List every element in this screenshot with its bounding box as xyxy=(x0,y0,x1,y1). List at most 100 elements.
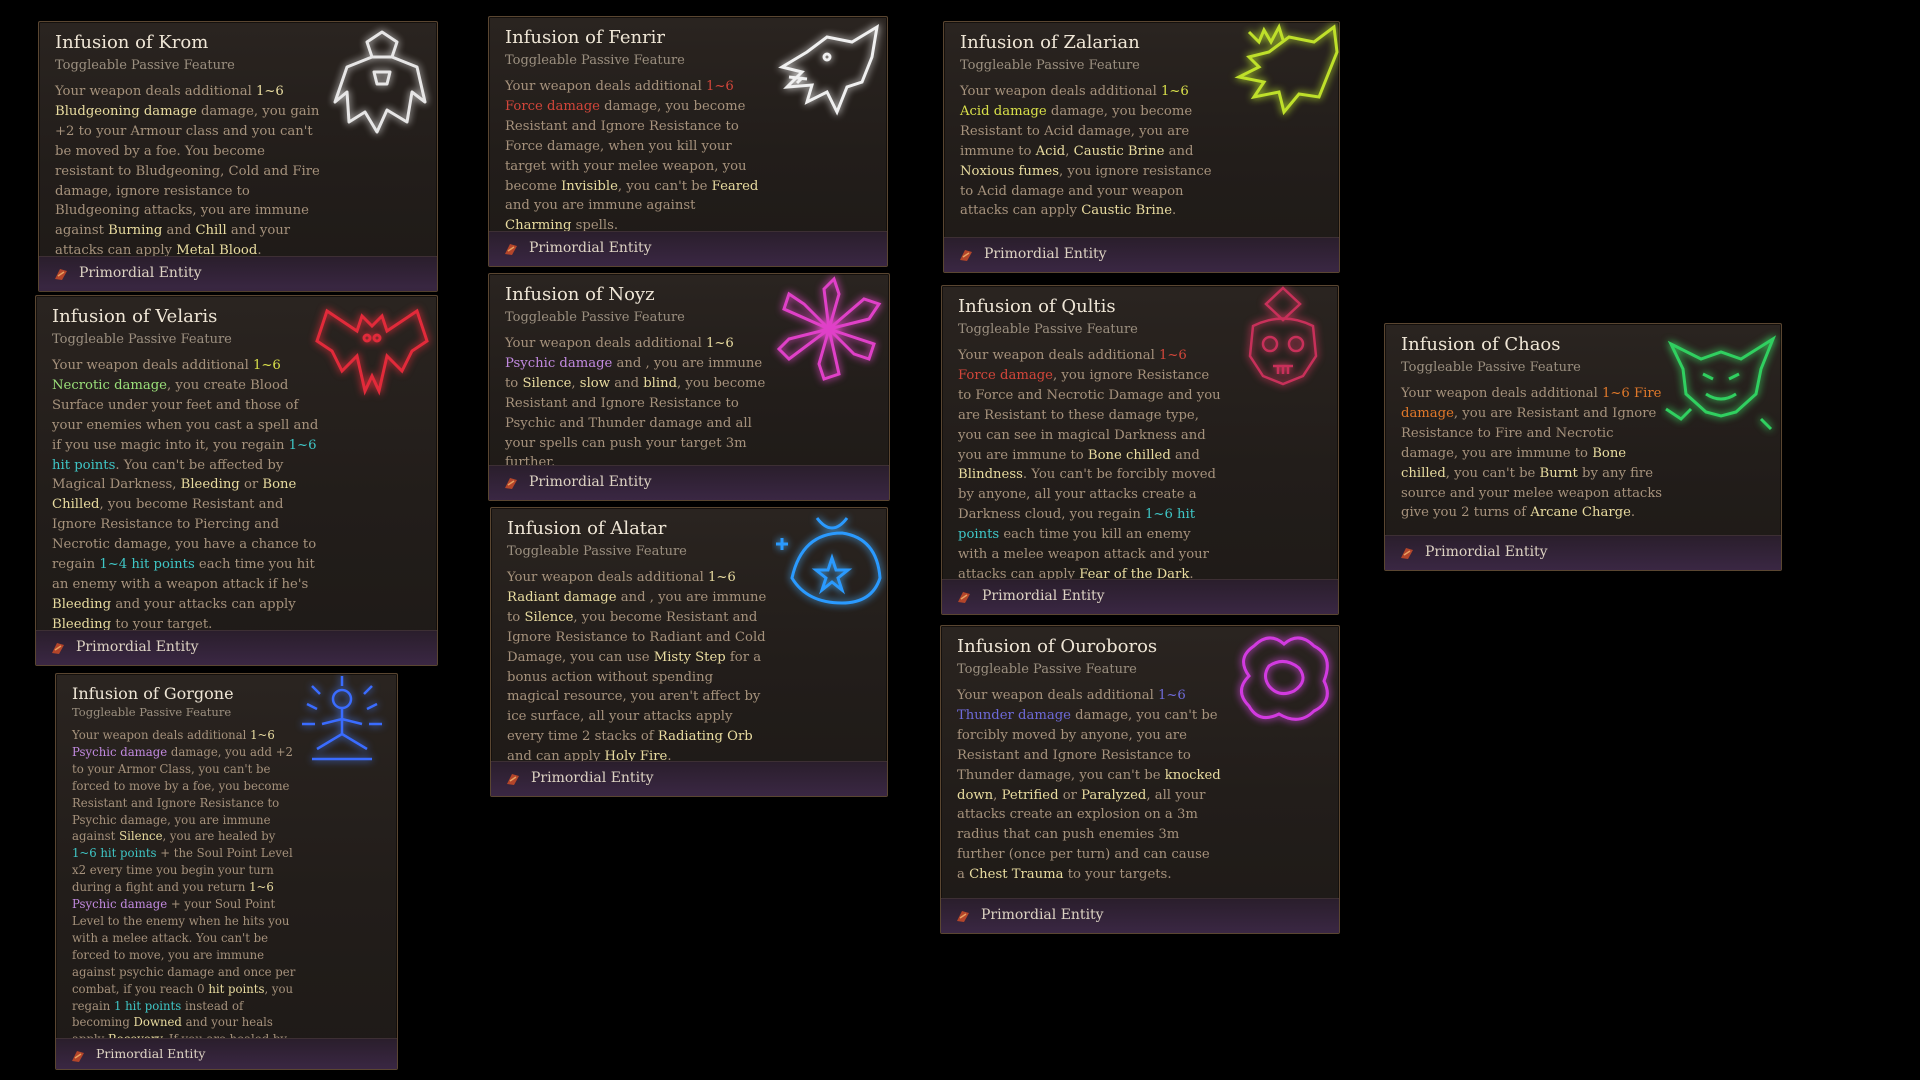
chaos-goblin-icon xyxy=(1665,335,1777,431)
description-text: . xyxy=(1630,505,1636,521)
description-text: or xyxy=(239,477,263,493)
highlight-text: Bleeding xyxy=(52,596,112,612)
card-subtitle: Toggleable Passive Feature xyxy=(72,705,232,719)
highlight-text: Silence xyxy=(522,375,572,391)
card-title: Infusion of Noyz xyxy=(505,284,655,305)
highlight-text: 1~6 xyxy=(707,570,736,585)
highlight-text: Invisible xyxy=(561,178,618,194)
card-subtitle: Toggleable Passive Feature xyxy=(505,310,685,325)
card-subtitle: Toggleable Passive Feature xyxy=(1401,360,1581,375)
highlight-text: 1~6 hit points xyxy=(72,846,157,861)
fenrir-wolf-icon xyxy=(778,24,880,116)
card-subtitle: Toggleable Passive Feature xyxy=(507,544,687,559)
description-text: and xyxy=(1164,143,1194,159)
footer-label: Primordial Entity xyxy=(531,770,654,786)
highlight-text: Burnt xyxy=(1539,465,1578,481)
card-subtitle: Toggleable Passive Feature xyxy=(958,322,1138,337)
card-footer: Primordial Entity xyxy=(56,1038,397,1069)
card-qultis[interactable]: Infusion of Qultis Toggleable Passive Fe… xyxy=(941,285,1339,615)
description-text: Your weapon deals additional xyxy=(507,570,708,585)
card-description: Your weapon deals additional 1~6 Psychic… xyxy=(72,727,297,1069)
description-text: and your attacks can apply xyxy=(111,596,296,612)
card-fenrir[interactable]: Infusion of Fenrir Toggleable Passive Fe… xyxy=(488,16,888,267)
highlight-text: Caustic Brine xyxy=(1081,203,1173,219)
zalarian-dragon-icon xyxy=(1234,23,1339,116)
description-text: or xyxy=(1058,787,1082,803)
card-subtitle: Toggleable Passive Feature xyxy=(55,58,235,73)
description-text: , you can't be xyxy=(1445,465,1540,481)
description-text: Your weapon deals additional xyxy=(1401,386,1602,401)
highlight-text: Caustic Brine xyxy=(1073,143,1165,159)
primordial-entity-icon xyxy=(957,911,969,922)
highlight-text: Paralyzed xyxy=(1081,787,1147,803)
card-subtitle: Toggleable Passive Feature xyxy=(960,58,1140,73)
description-text: damage, you gain +2 to your Armour class… xyxy=(55,103,320,239)
highlight-text: 1 hit points xyxy=(113,998,182,1013)
description-text: Your weapon deals additional xyxy=(957,688,1158,703)
description-text: , you can't be xyxy=(617,178,712,194)
highlight-text: Arcane Charge xyxy=(1530,505,1631,521)
description-text: Your weapon deals additional xyxy=(958,348,1159,363)
card-gorgone[interactable]: Infusion of Gorgone Toggleable Passive F… xyxy=(55,673,398,1070)
description-text: . xyxy=(1172,203,1177,219)
footer-label: Primordial Entity xyxy=(529,240,652,256)
highlight-text: Feared xyxy=(711,178,759,194)
card-noyz[interactable]: Infusion of Noyz Toggleable Passive Feat… xyxy=(488,273,890,501)
card-title: Infusion of Gorgone xyxy=(72,684,234,703)
card-ouroboros[interactable]: Infusion of Ouroboros Toggleable Passive… xyxy=(940,625,1340,934)
noyz-flower-icon xyxy=(776,276,882,381)
card-subtitle: Toggleable Passive Feature xyxy=(52,332,232,347)
qultis-skull-icon xyxy=(1248,286,1318,386)
highlight-text: Burning xyxy=(108,223,163,239)
highlight-text: slow xyxy=(579,375,611,391)
card-krom[interactable]: Infusion of Krom Toggleable Passive Feat… xyxy=(38,21,438,292)
card-zalarian[interactable]: Infusion of Zalarian Toggleable Passive … xyxy=(943,21,1340,273)
krom-golem-icon xyxy=(333,30,427,134)
card-title: Infusion of Alatar xyxy=(507,518,667,539)
card-description: Your weapon deals additional 1~6 Force d… xyxy=(958,346,1222,585)
highlight-text: Radiating Orb xyxy=(657,729,753,745)
ouroboros-serpent-icon xyxy=(1240,636,1329,721)
primordial-entity-icon xyxy=(55,269,67,280)
highlight-text: Noxious fumes xyxy=(960,163,1059,179)
description-text: Your weapon deals additional xyxy=(72,728,251,742)
highlight-text: Radiant damage xyxy=(507,589,617,605)
footer-label: Primordial Entity xyxy=(529,474,652,490)
description-text: Your weapon deals additional xyxy=(52,358,253,373)
highlight-text: Downed xyxy=(133,1015,182,1030)
description-text: and you are immune against xyxy=(505,198,696,214)
highlight-text: Chest Trauma xyxy=(969,867,1064,883)
primordial-entity-icon xyxy=(507,774,519,785)
card-footer: Primordial Entity xyxy=(941,898,1339,933)
footer-label: Primordial Entity xyxy=(982,588,1105,604)
description-text: Your weapon deals additional xyxy=(960,84,1161,99)
highlight-text: Silence xyxy=(524,609,574,625)
highlight-text: 1~6 xyxy=(705,336,734,351)
card-footer: Primordial Entity xyxy=(1385,535,1781,570)
highlight-text: 1~4 hit points xyxy=(99,557,195,573)
card-description: Your weapon deals additional 1~6 Necroti… xyxy=(52,356,320,635)
card-footer: Primordial Entity xyxy=(36,630,437,665)
highlight-text: blind xyxy=(643,375,678,391)
highlight-text: 1~6 xyxy=(249,880,274,895)
card-chaos[interactable]: Infusion of Chaos Toggleable Passive Fea… xyxy=(1384,323,1782,571)
highlight-text: hit points xyxy=(208,981,265,996)
primordial-entity-icon xyxy=(960,250,972,261)
primordial-entity-icon xyxy=(1401,548,1413,559)
description-text: , xyxy=(993,787,1002,803)
highlight-text: Necrotic damage xyxy=(52,377,167,393)
card-velaris[interactable]: Infusion of Velaris Toggleable Passive F… xyxy=(35,295,438,666)
card-alatar[interactable]: Infusion of Alatar Toggleable Passive Fe… xyxy=(490,507,888,797)
card-description: Your weapon deals additional 1~6 Force d… xyxy=(505,77,765,236)
card-subtitle: Toggleable Passive Feature xyxy=(957,662,1137,677)
description-text: Your weapon deals additional xyxy=(505,336,706,351)
description-text: , xyxy=(1065,143,1074,159)
description-text: , xyxy=(571,375,580,391)
primordial-entity-icon xyxy=(958,592,970,603)
highlight-text: Psychic damage xyxy=(72,897,168,912)
alatar-constellation-icon xyxy=(776,517,882,605)
card-title: Infusion of Krom xyxy=(55,32,209,53)
highlight-text: Silence xyxy=(119,829,163,844)
card-title: Infusion of Ouroboros xyxy=(957,636,1158,657)
primordial-entity-icon xyxy=(505,244,517,255)
